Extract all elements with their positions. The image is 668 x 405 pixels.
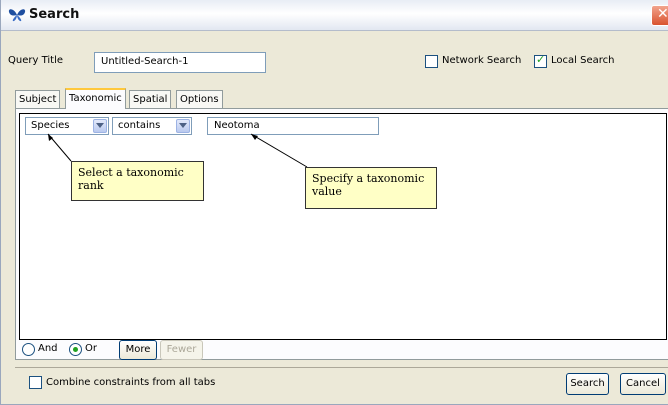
query-title-input[interactable]: Untitled-Search-1	[94, 52, 266, 73]
or-label: Or	[85, 343, 97, 354]
window-title: Search	[29, 7, 80, 22]
rank-arrowhead	[48, 134, 53, 141]
and-radio[interactable]	[22, 343, 35, 356]
close-icon: ✕	[657, 6, 668, 22]
constraint-area: Species contains Neotoma Select a taxono…	[19, 113, 667, 340]
combine-constraints-checkbox[interactable]	[29, 376, 42, 389]
tab-subject[interactable]: Subject	[15, 90, 61, 108]
cancel-button[interactable]: Cancel	[620, 373, 666, 395]
tab-options[interactable]: Options	[176, 90, 223, 108]
tab-spatial[interactable]: Spatial	[129, 90, 172, 108]
query-title-label: Query Title	[8, 55, 63, 66]
taxonomic-tab-panel: Species contains Neotoma Select a taxono…	[15, 108, 668, 360]
search-dialog: Search ✕ Query Title Untitled-Search-1 N…	[0, 0, 668, 405]
local-search-label: Local Search	[551, 55, 615, 66]
rank-callout: Select a taxonomic rank	[71, 161, 204, 201]
fewer-button[interactable]: Fewer	[160, 340, 203, 360]
radio-selected-dot	[73, 347, 78, 352]
network-search-label: Network Search	[442, 55, 522, 66]
and-label: And	[38, 343, 58, 354]
close-button[interactable]: ✕	[651, 5, 668, 26]
title-bar[interactable]: Search ✕	[1, 0, 668, 31]
check-icon: ✓	[536, 53, 546, 66]
divider	[15, 367, 668, 368]
tab-taxonomic[interactable]: Taxonomic	[65, 88, 126, 109]
value-callout: Specify a taxonomic value	[305, 167, 437, 209]
or-radio[interactable]	[69, 343, 82, 356]
butterfly-icon	[8, 8, 26, 22]
search-button[interactable]: Search	[566, 373, 609, 395]
network-search-checkbox[interactable]	[425, 55, 438, 68]
value-callout-arrow	[250, 133, 308, 168]
value-arrowhead	[251, 134, 258, 140]
local-search-checkbox[interactable]: ✓	[534, 53, 547, 68]
combine-constraints-label: Combine constraints from all tabs	[46, 377, 216, 388]
more-button[interactable]: More	[119, 340, 157, 360]
